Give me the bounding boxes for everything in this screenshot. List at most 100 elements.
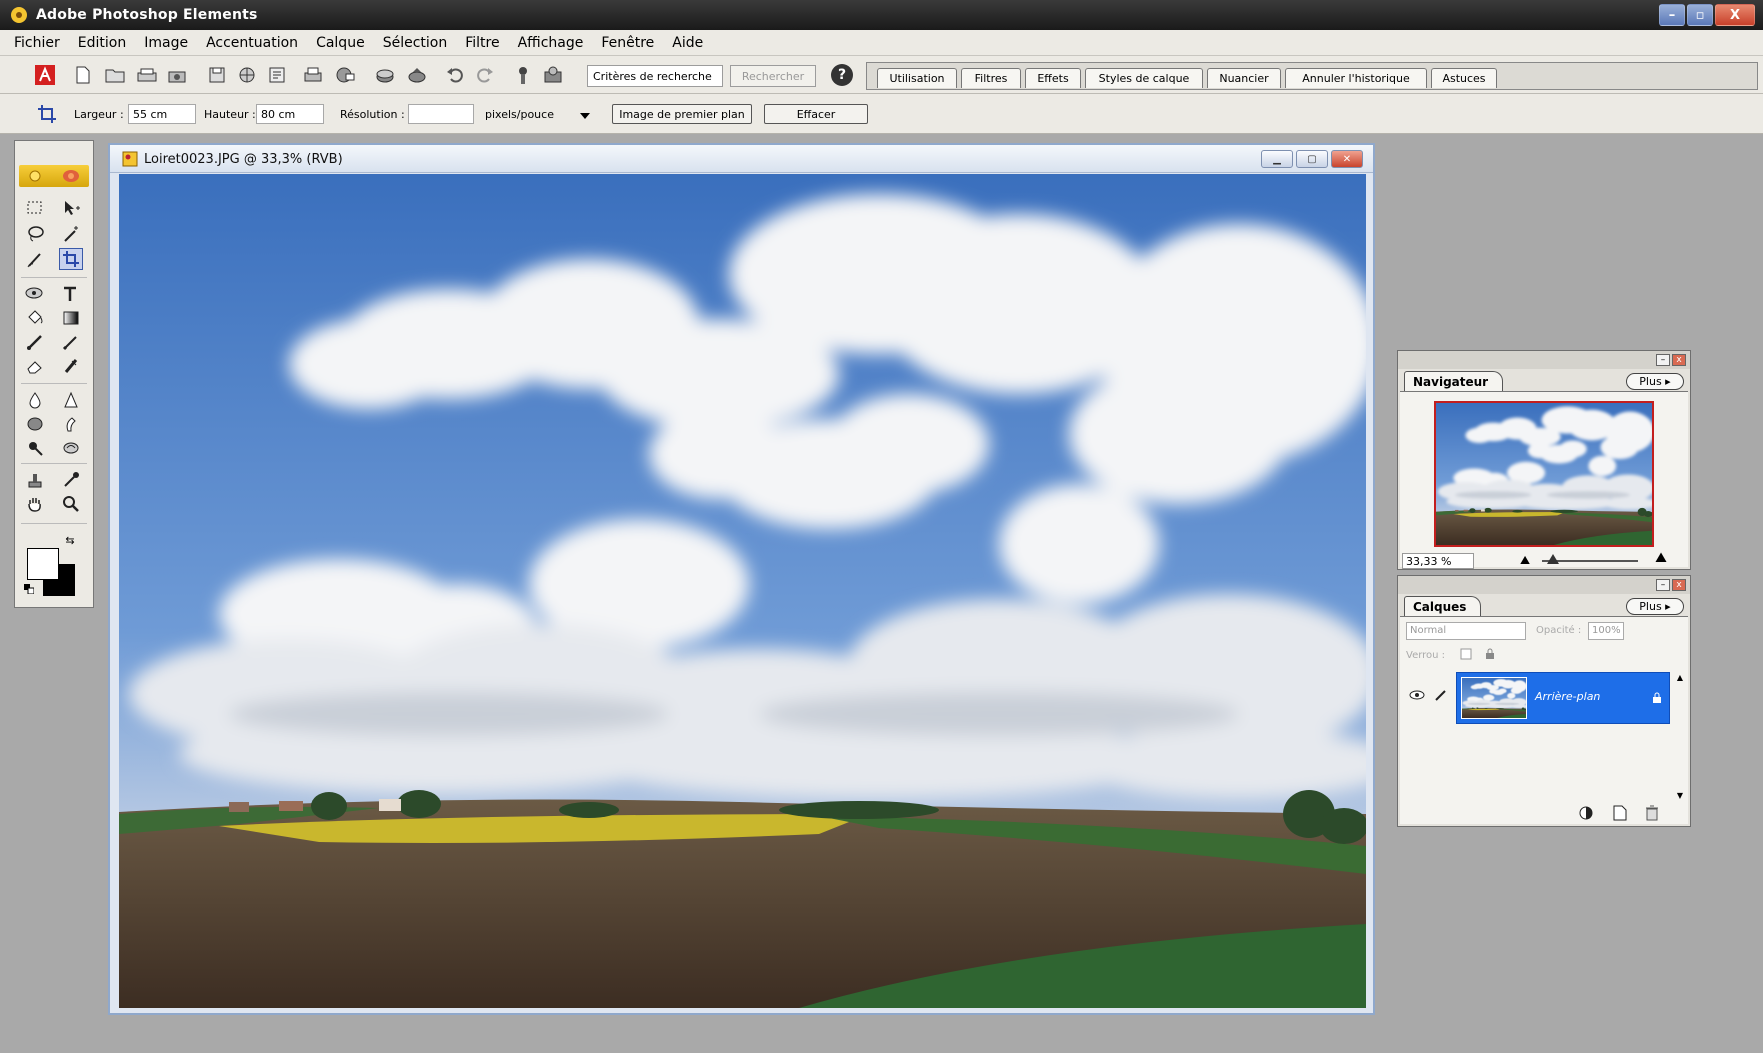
zoom-out-icon[interactable]: ⛰ [1516,551,1534,569]
blur-tool-icon[interactable] [23,389,47,411]
clone-stamp-icon[interactable] [23,469,47,491]
lock-icon[interactable] [1482,646,1498,662]
height-field[interactable]: 80 cm [256,104,324,124]
lasso-tool-icon[interactable] [23,223,47,245]
lock-transparency-icon[interactable] [1458,646,1474,662]
scanner-icon[interactable] [136,64,158,86]
pattern-stamp-icon[interactable] [59,355,83,377]
photo-share-icon[interactable] [374,64,396,86]
search-criteria-field[interactable]: Critères de recherche [587,65,723,87]
menu-calque[interactable]: Calque [316,35,365,51]
tab-navigateur[interactable]: Navigateur [1404,371,1504,391]
burn-tool-icon[interactable] [59,437,83,459]
smudge-tool-icon[interactable] [59,413,83,435]
palette-close-button[interactable]: x [1672,354,1686,366]
dodge-tool-icon[interactable] [23,437,47,459]
undo-icon[interactable] [444,64,466,86]
save-web-icon[interactable] [236,64,258,86]
palette-collapse-button[interactable]: – [1656,354,1670,366]
zoom-tool-icon[interactable] [59,493,83,515]
help-icon[interactable]: ? [831,64,853,86]
visibility-eye-icon[interactable] [1408,686,1426,704]
minimize-button[interactable]: – [1659,4,1685,26]
well-tab-nuancier[interactable]: Nuancier [1207,68,1281,88]
well-tab-effets[interactable]: Effets [1025,68,1081,88]
well-tab-styles-de-calque[interactable]: Styles de calque [1085,68,1203,88]
quick-fix-icon[interactable] [59,165,83,187]
default-colors-icon[interactable] [23,583,35,595]
adjustment-layer-icon[interactable] [1576,804,1596,822]
sponge-tool-icon[interactable] [23,413,47,435]
save-icon[interactable] [206,64,228,86]
trash-icon[interactable] [1642,804,1662,822]
brush-tool-icon[interactable] [23,331,47,353]
menu-image[interactable]: Image [144,35,188,51]
foreground-color-swatch[interactable] [27,548,59,580]
red-eye-tool-icon[interactable] [23,283,47,305]
tab-calques[interactable]: Calques [1404,596,1482,616]
print-preview-icon[interactable] [266,64,288,86]
document-minimize-button[interactable]: ▁ [1261,150,1293,168]
redo-icon[interactable] [474,64,496,86]
selection-brush-icon[interactable] [23,249,47,271]
well-tab-astuces[interactable]: Astuces [1431,68,1497,88]
layers-more-button[interactable]: Plus ▸ [1626,598,1684,615]
resolution-unit-select[interactable]: pixels/pouce [480,104,594,124]
document-maximize-button[interactable]: ▢ [1296,150,1328,168]
crop-tool-icon[interactable] [59,248,83,270]
new-layer-icon[interactable] [1610,804,1630,822]
image-canvas[interactable] [119,174,1366,1008]
palette-collapse-button[interactable]: – [1656,579,1670,591]
menu-aide[interactable]: Aide [672,35,703,51]
well-tab-utilisation[interactable]: Utilisation [877,68,957,88]
front-image-button[interactable]: Image de premier plan [612,104,752,124]
layers-scroll-up-icon[interactable]: ▲ [1674,670,1686,684]
layers-scroll-down-icon[interactable]: ▼ [1674,788,1686,802]
new-file-icon[interactable] [72,64,94,86]
sharpen-tool-icon[interactable] [59,389,83,411]
navigator-more-button[interactable]: Plus ▸ [1626,373,1684,390]
menu-fichier[interactable]: Fichier [14,35,60,51]
blend-mode-select[interactable]: Normal [1406,622,1526,640]
menu-fenetre[interactable]: Fenêtre [601,35,654,51]
palette-close-button[interactable]: x [1672,579,1686,591]
print-icon[interactable] [302,64,324,86]
eyedropper-icon[interactable] [59,469,83,491]
well-tab-annuler-historique[interactable]: Annuler l'historique [1285,68,1427,88]
photo-browser-icon[interactable] [512,64,534,86]
width-field[interactable]: 55 cm [128,104,196,124]
date-view-icon[interactable] [542,64,564,86]
eraser-tool-icon[interactable] [23,355,47,377]
document-close-button[interactable]: ✕ [1331,150,1363,168]
maximize-button[interactable]: ▫ [1687,4,1713,26]
layer-brush-link-icon[interactable] [1432,686,1450,704]
pencil-tool-icon[interactable] [59,331,83,353]
paint-bucket-icon[interactable] [23,307,47,329]
layer-row-background[interactable]: Arrière-plan [1456,672,1670,724]
hand-tool-icon[interactable] [23,493,47,515]
online-services-icon[interactable] [406,64,428,86]
gradient-tool-icon[interactable] [59,307,83,329]
menu-accentuation[interactable]: Accentuation [206,35,298,51]
swap-colors-icon[interactable]: ⇆ [63,533,77,547]
open-folder-icon[interactable] [104,64,126,86]
zoom-slider-thumb[interactable] [1547,554,1559,564]
camera-import-icon[interactable] [166,64,188,86]
email-icon[interactable] [334,64,356,86]
close-button[interactable]: X [1715,4,1755,26]
menu-affichage[interactable]: Affichage [518,35,584,51]
navigator-preview[interactable] [1434,401,1654,547]
resolution-field[interactable] [408,104,474,124]
clear-button[interactable]: Effacer [764,104,868,124]
opacity-field[interactable]: 100% [1588,622,1624,640]
menu-selection[interactable]: Sélection [383,35,448,51]
text-tool-icon[interactable] [59,283,83,305]
search-button[interactable]: Rechercher [730,65,816,87]
adobe-logo-icon[interactable] [34,64,56,86]
navigator-zoom-field[interactable]: 33,33 % [1402,553,1474,569]
magic-wand-icon[interactable] [59,223,83,245]
menu-edition[interactable]: Edition [78,35,126,51]
zoom-in-icon[interactable]: ⛰ [1648,549,1674,567]
well-tab-filtres[interactable]: Filtres [961,68,1021,88]
move-tool-icon[interactable] [59,197,83,219]
